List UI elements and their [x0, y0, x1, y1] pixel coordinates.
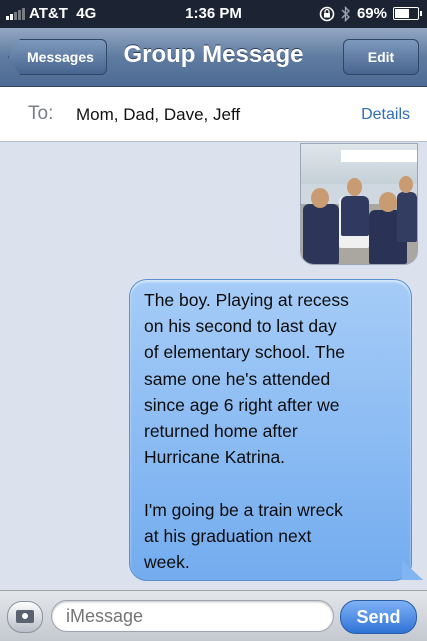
navigation-bar: Messages Group Message Edit: [0, 28, 427, 87]
bubble-tail: [402, 560, 423, 580]
photo-child-head: [311, 188, 329, 208]
photo-child-figure: [303, 204, 339, 264]
message-text: The boy. Playing at recess on his second…: [144, 290, 349, 573]
edit-button[interactable]: Edit: [343, 39, 419, 75]
to-label: To:: [28, 103, 54, 124]
photo-message-bubble[interactable]: [300, 143, 418, 265]
recipients-bar: To: Mom, Dad, Dave, Jeff Details: [0, 87, 427, 142]
status-right: 69%: [319, 5, 422, 22]
message-composer: Send: [0, 590, 427, 641]
photo-roof: [341, 150, 417, 162]
photo-child-figure: [397, 192, 417, 242]
rotation-lock-icon: [319, 6, 335, 21]
imessage-input[interactable]: [51, 600, 334, 632]
camera-button[interactable]: [7, 601, 43, 633]
send-button[interactable]: Send: [340, 600, 417, 634]
details-link[interactable]: Details: [361, 106, 410, 124]
battery-label: 69%: [356, 5, 387, 22]
photo-child-head: [399, 176, 413, 193]
photo-child-figure: [341, 196, 369, 236]
photo-child-head: [379, 192, 397, 212]
photo-child-head: [347, 178, 362, 196]
status-bar: AT&T 4G 1:36 PM 69%: [0, 0, 427, 28]
bluetooth-icon: [341, 5, 350, 22]
recipients-list[interactable]: Mom, Dad, Dave, Jeff: [76, 105, 240, 125]
battery-icon: [393, 7, 422, 20]
camera-lens: [21, 612, 29, 620]
